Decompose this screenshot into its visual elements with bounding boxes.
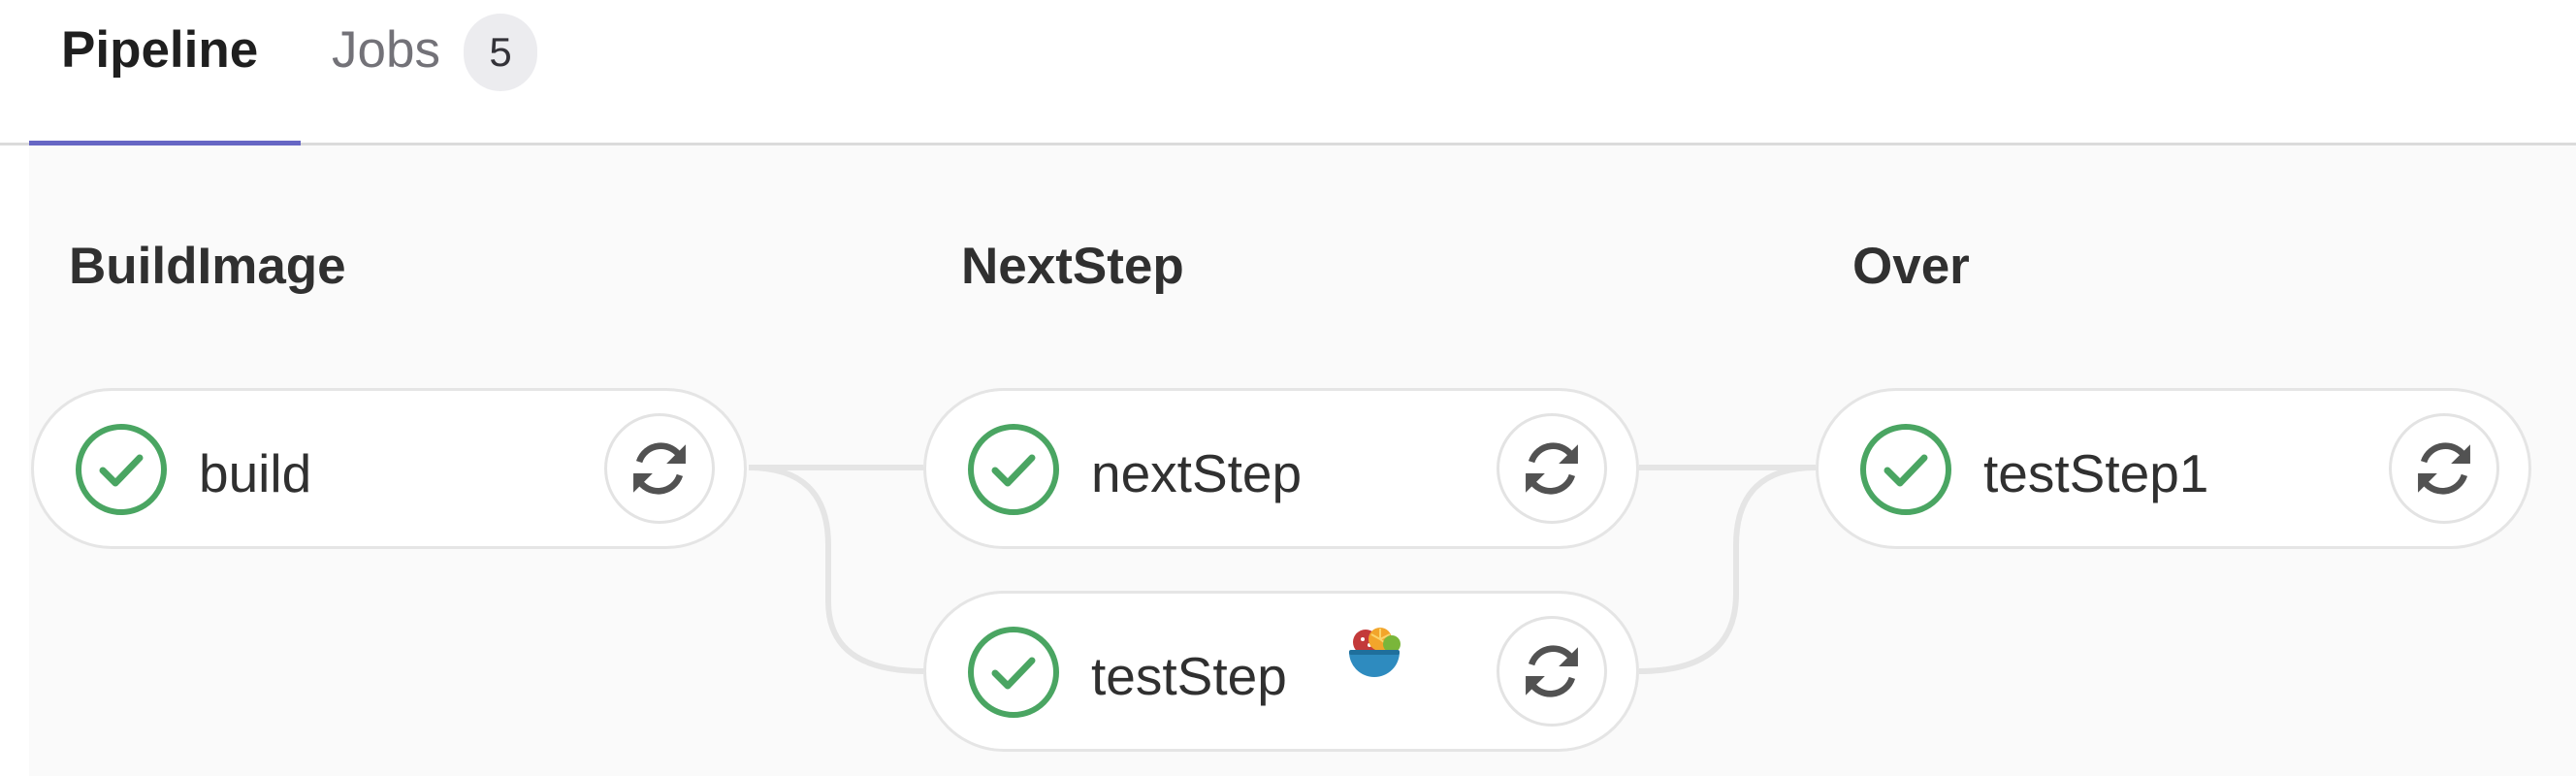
check-circle-icon	[76, 424, 167, 515]
tab-pipeline-label: Pipeline	[61, 21, 259, 79]
tab-jobs[interactable]: Jobs 5	[320, 0, 543, 146]
retry-button[interactable]	[1497, 616, 1607, 727]
job-name: testStep	[1091, 646, 1287, 706]
job-nextstep[interactable]: nextStep	[923, 388, 1639, 549]
retry-button[interactable]	[2389, 413, 2499, 524]
check-circle-icon	[1860, 424, 1951, 515]
job-build[interactable]: build	[31, 388, 747, 549]
retry-button[interactable]	[604, 413, 715, 524]
retry-icon	[2418, 442, 2470, 495]
food-bowl-icon	[1349, 628, 1401, 677]
stage-title-buildimage: BuildImage	[69, 238, 346, 295]
stage-title-over: Over	[1852, 238, 1970, 295]
check-circle-icon	[968, 627, 1059, 718]
retry-icon	[633, 442, 686, 495]
retry-icon	[1526, 645, 1578, 697]
pipeline-graph: BuildImage build NextStep nextStep testS…	[29, 146, 2576, 776]
job-name: testStep1	[1983, 443, 2209, 503]
job-teststep[interactable]: testStep	[923, 591, 1639, 752]
retry-icon	[1526, 442, 1578, 495]
check-circle-icon	[968, 424, 1059, 515]
link-build-to-teststep	[748, 465, 924, 674]
tab-jobs-label: Jobs	[332, 21, 440, 79]
stage-title-nextstep: NextStep	[961, 238, 1184, 295]
link-teststep-to-teststep1	[1638, 465, 1817, 674]
job-name: build	[199, 443, 312, 503]
job-teststep1[interactable]: testStep1	[1816, 388, 2531, 549]
job-name: nextStep	[1091, 443, 1303, 503]
pipeline-tabs: Pipeline Jobs 5	[0, 0, 2576, 148]
jobs-count-badge: 5	[464, 14, 537, 91]
tab-pipeline[interactable]: Pipeline	[29, 0, 301, 148]
retry-button[interactable]	[1497, 413, 1607, 524]
